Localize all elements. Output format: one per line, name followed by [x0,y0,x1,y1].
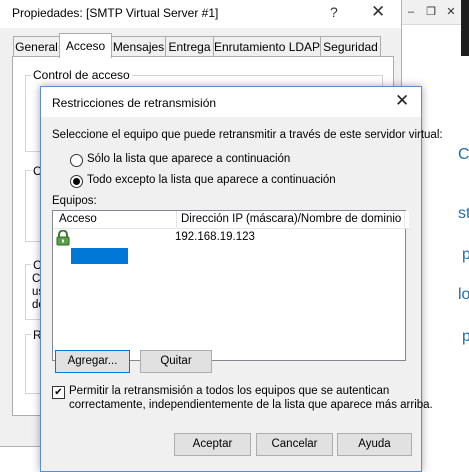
close-icon[interactable]: ✕ [395,91,409,111]
radio-all-except-label[interactable]: Todo excepto la lista que aparece a cont… [87,174,336,186]
remove-button[interactable]: Quitar [140,350,212,373]
relay-restrictions-dialog: Restricciones de retransmisión ✕ Selecci… [40,86,443,472]
computers-list[interactable]: Acceso Dirección IP (máscara)/Nombre de … [52,210,409,361]
radio-only-list[interactable] [70,154,83,167]
tab-security[interactable]: Seguridad [320,36,381,57]
restore-button[interactable]: ❐ [424,5,438,19]
allow-auth-label[interactable]: Permitir la retransmisión a todos los eq… [69,385,389,397]
close-icon[interactable]: ✕ [371,2,385,22]
column-header-address[interactable]: Dirección IP (máscara)/Nombre de dominio [177,211,409,229]
lock-icon [56,230,70,246]
background-close-button[interactable]: ✕ [444,5,458,19]
tab-ldap-routing[interactable]: Enrutamiento LDAP [213,36,321,57]
selection-highlight [71,248,128,264]
allow-auth-label[interactable]: correctamente, independientemente de la … [69,399,433,411]
ok-button[interactable]: Aceptar [174,433,251,456]
background-text-fragment: C [458,146,469,163]
tab-messages[interactable]: Mensajes [111,36,166,57]
help-button[interactable]: Ayuda [337,433,412,456]
background-text-fragment: st [458,205,469,222]
relay-prompt: Seleccione el equipo que puede retransmi… [52,129,443,141]
background-text-fragment: p [462,246,469,263]
window-title: Propiedades: [SMTP Virtual Server #1] [12,6,219,20]
address-cell: 192.168.19.123 [175,231,255,243]
cancel-button[interactable]: Cancelar [256,433,333,456]
tab-delivery[interactable]: Entrega [165,36,214,57]
properties-titlebar: Propiedades: [SMTP Virtual Server #1] ? … [0,0,401,28]
group-access-control-label: Control de acceso [31,68,132,82]
allow-auth-checkbox[interactable]: ✔ [52,386,65,399]
dialog-titlebar: Restricciones de retransmisión ✕ [41,87,421,117]
background-text-fragment: p [462,328,469,345]
computers-label: Equipos: [52,195,97,207]
dialog-title: Restricciones de retransmisión [52,96,217,110]
radio-only-list-label[interactable]: Sólo la lista que aparece a continuación [87,153,290,165]
access-cell: Denegado [74,231,128,243]
background-text-fragment: lo [458,286,469,303]
tab-general[interactable]: General [13,36,60,57]
help-icon[interactable]: ? [330,4,338,20]
tab-access[interactable]: Acceso [59,33,112,58]
list-item[interactable]: Denegado 192.168.19.123 [53,229,405,264]
column-divider[interactable] [404,211,405,228]
add-button[interactable]: Agregar... [55,350,130,373]
minimize-button[interactable]: – [404,5,418,19]
background-dark-edge [461,0,469,56]
column-header-access[interactable]: Acceso [53,211,176,229]
radio-all-except[interactable] [70,175,83,188]
